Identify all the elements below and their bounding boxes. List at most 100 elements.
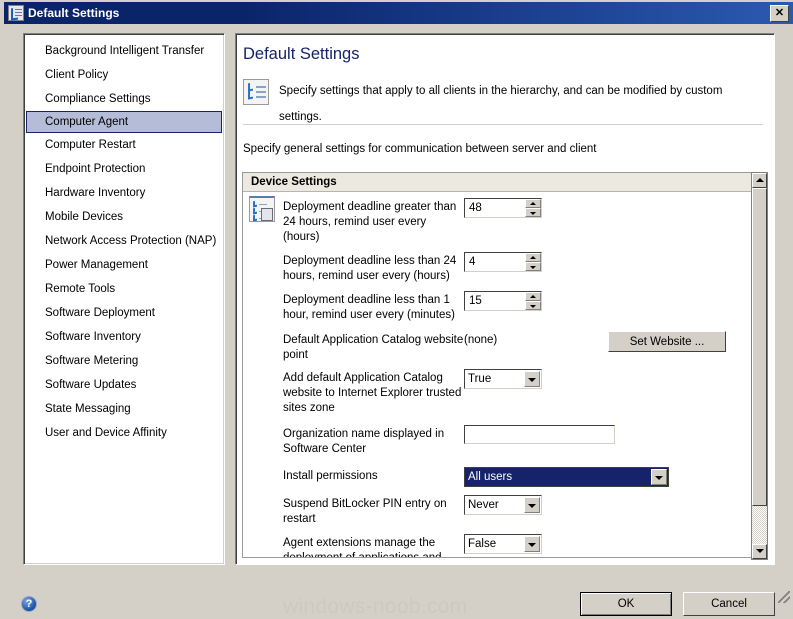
ok-button[interactable]: OK: [580, 592, 672, 616]
row-control: (none) Set Website ...: [464, 330, 754, 352]
sidebar-item-label: Power Management: [45, 259, 148, 271]
chevron-down-icon[interactable]: [524, 536, 540, 552]
table-row: Install permissions All users: [243, 466, 754, 487]
row-control: Never: [464, 494, 754, 515]
sidebar-item-remote-tools[interactable]: Remote Tools: [24, 277, 224, 301]
table-row: Suspend BitLocker PIN entry on restart N…: [243, 494, 754, 527]
divider: [243, 124, 763, 125]
set-website-button[interactable]: Set Website ...: [608, 331, 726, 352]
stepper-up-icon[interactable]: [525, 253, 541, 262]
sidebar-item-label: Computer Restart: [45, 139, 136, 151]
watermark: windows-noob.com: [283, 595, 468, 618]
sidebar-item-compliance-settings[interactable]: Compliance Settings: [24, 87, 224, 111]
table-row: Default Application Catalog website poin…: [243, 330, 754, 363]
sidebar-item-state-messaging[interactable]: State Messaging: [24, 397, 224, 421]
checklist-settings-icon: [243, 79, 269, 105]
scrollbar-track[interactable]: [752, 188, 767, 544]
scrollbar-thumb[interactable]: [752, 188, 767, 506]
close-icon[interactable]: ✕: [770, 4, 789, 22]
row-label: Agent extensions manage the deployment o…: [283, 537, 442, 557]
sidebar-item-label: Network Access Protection (NAP): [45, 235, 217, 247]
agent-extensions-manage-select[interactable]: False: [464, 534, 542, 554]
default-settings-window: Default Settings ✕ Background Intelligen…: [0, 0, 793, 618]
row-label: Deployment deadline less than 24 hours, …: [283, 255, 457, 282]
sidebar-item-network-access-protection[interactable]: Network Access Protection (NAP): [24, 229, 224, 253]
scroll-up-icon[interactable]: [752, 173, 767, 188]
sidebar-item-label: Remote Tools: [45, 283, 116, 295]
sidebar-item-software-metering[interactable]: Software Metering: [24, 349, 224, 373]
stepper-buttons[interactable]: [525, 199, 541, 217]
chevron-down-icon[interactable]: [651, 469, 667, 485]
sidebar-item-user-and-device-affinity[interactable]: User and Device Affinity: [24, 421, 224, 445]
sidebar-item-computer-restart[interactable]: Computer Restart: [24, 133, 224, 157]
stepper-down-icon[interactable]: [525, 262, 541, 271]
stepper-down-icon[interactable]: [525, 208, 541, 217]
scroll-down-icon[interactable]: [752, 544, 767, 559]
stepper-up-icon[interactable]: [525, 292, 541, 301]
table-row: Deployment deadline less than 1 hour, re…: [243, 290, 754, 323]
resize-grip[interactable]: [778, 591, 790, 603]
table-row: Deployment deadline greater than 24 hour…: [243, 197, 754, 245]
stepper-buttons[interactable]: [525, 253, 541, 271]
suspend-bitlocker-pin-select[interactable]: Never: [464, 495, 542, 515]
row-label: Deployment deadline less than 1 hour, re…: [283, 294, 455, 321]
checklist-settings-icon: [8, 5, 24, 21]
row-control: True: [464, 368, 754, 389]
table-row: Agent extensions manage the deployment o…: [243, 533, 754, 557]
sidebar-item-label: Computer Agent: [45, 116, 129, 128]
cancel-button[interactable]: Cancel: [683, 592, 775, 616]
row-label: Default Application Catalog website poin…: [283, 334, 464, 361]
sidebar-item-label: State Messaging: [45, 403, 131, 415]
sidebar-item-label: Background Intelligent Transfer: [45, 45, 205, 57]
chevron-down-icon[interactable]: [524, 371, 540, 387]
description-text: Specify settings that apply to all clien…: [279, 85, 723, 123]
select-value: False: [468, 538, 497, 550]
row-control: All users: [464, 466, 754, 487]
table-row: Add default Application Catalog website …: [243, 368, 754, 416]
sidebar-item-label: Software Updates: [45, 379, 137, 391]
sidebar-item-client-policy[interactable]: Client Policy: [24, 63, 224, 87]
stepper-down-icon[interactable]: [525, 301, 541, 310]
grid-header: Device Settings: [243, 173, 754, 192]
row-control: [464, 424, 754, 444]
help-icon[interactable]: ?: [21, 596, 37, 612]
table-row: Organization name displayed in Software …: [243, 424, 754, 457]
sidebar-item-label: Hardware Inventory: [45, 187, 146, 199]
select-value: All users: [468, 471, 513, 483]
sidebar-item-label: Software Deployment: [45, 307, 155, 319]
grid-vertical-scrollbar[interactable]: [751, 172, 768, 560]
stepper-up-icon[interactable]: [525, 199, 541, 208]
chevron-down-icon[interactable]: [524, 497, 540, 513]
sidebar-item-label: Endpoint Protection: [45, 163, 146, 175]
titlebar: Default Settings ✕: [4, 2, 793, 24]
sidebar-item-mobile-devices[interactable]: Mobile Devices: [24, 205, 224, 229]
settings-category-list[interactable]: Background Intelligent Transfer Client P…: [23, 33, 225, 565]
description-row: Specify settings that apply to all clien…: [243, 78, 763, 130]
sidebar-item-label: Software Metering: [45, 355, 139, 367]
install-permissions-select[interactable]: All users: [464, 467, 669, 487]
sidebar-item-computer-agent[interactable]: Computer Agent: [26, 111, 222, 133]
row-label: Deployment deadline greater than 24 hour…: [283, 201, 457, 243]
sidebar-item-background-intelligent-transfer[interactable]: Background Intelligent Transfer: [24, 39, 224, 63]
stepper-buttons[interactable]: [525, 292, 541, 310]
select-value: Never: [468, 499, 499, 511]
sidebar-item-software-updates[interactable]: Software Updates: [24, 373, 224, 397]
stepper-value: 15: [469, 295, 482, 307]
window-title: Default Settings: [28, 6, 120, 20]
sidebar-item-software-deployment[interactable]: Software Deployment: [24, 301, 224, 325]
deployment-deadline-lt-24h-stepper[interactable]: 4: [464, 252, 542, 272]
sidebar-item-power-management[interactable]: Power Management: [24, 253, 224, 277]
main-panel: Default Settings Specify settings that a…: [235, 33, 775, 565]
deployment-deadline-lt-1h-stepper[interactable]: 15: [464, 291, 542, 311]
row-label: Install permissions: [283, 470, 378, 482]
row-label: Add default Application Catalog website …: [283, 372, 462, 414]
row-control: 48: [464, 197, 754, 218]
stepper-value: 4: [469, 256, 476, 268]
deployment-deadline-gt-24h-stepper[interactable]: 48: [464, 198, 542, 218]
organization-name-input[interactable]: [464, 425, 615, 444]
add-catalog-to-trusted-sites-select[interactable]: True: [464, 369, 542, 389]
sidebar-item-software-inventory[interactable]: Software Inventory: [24, 325, 224, 349]
sidebar-item-hardware-inventory[interactable]: Hardware Inventory: [24, 181, 224, 205]
sidebar-item-endpoint-protection[interactable]: Endpoint Protection: [24, 157, 224, 181]
stepper-value: 48: [469, 202, 482, 214]
